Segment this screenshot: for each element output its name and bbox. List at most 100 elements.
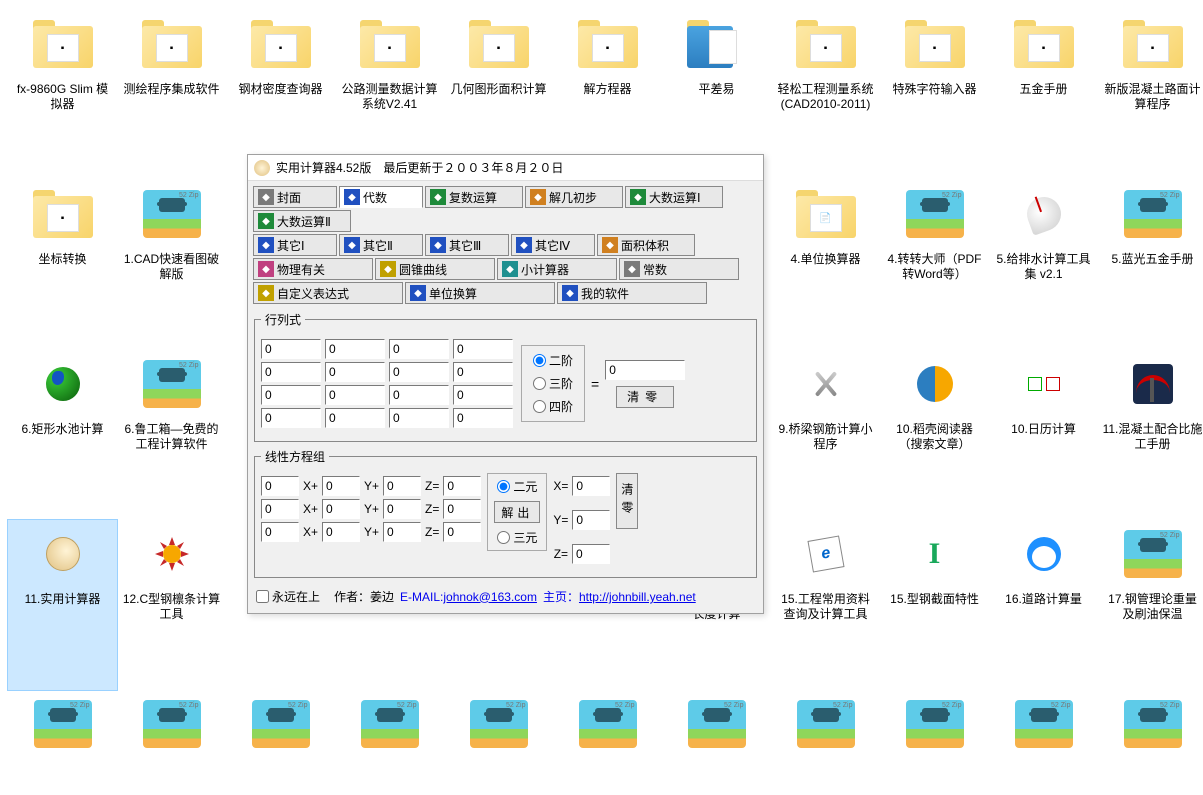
desktop-icon[interactable]: 52 Zip4.转转大师（PDF转Word等）	[880, 180, 989, 350]
coef-input[interactable]	[383, 476, 421, 496]
desktop-icon[interactable]: ▪fx-9860G Slim 模拟器	[8, 10, 117, 180]
desktop-icon[interactable]: ▪轻松工程测量系统(CAD2010-2011)	[771, 10, 880, 180]
radio-2[interactable]: 二阶	[533, 352, 573, 369]
desktop-icon[interactable]: ▪坐标转换	[8, 180, 117, 350]
tab-封面[interactable]: ◆封面	[253, 186, 337, 208]
matrix-cell[interactable]	[261, 339, 321, 359]
desktop-icon[interactable]: 52 Zip6.鲁工箱—免费的工程计算软件	[117, 350, 226, 520]
email-link[interactable]: johnok@163.com	[443, 590, 537, 604]
desktop-icon[interactable]: 📄4.单位换算器	[771, 180, 880, 350]
matrix-cell[interactable]	[261, 385, 321, 405]
x-result[interactable]	[572, 476, 610, 496]
determinant-group: 行列式 二阶 三阶 四阶 = 清零	[254, 311, 757, 442]
coef-input[interactable]	[383, 499, 421, 519]
matrix-cell[interactable]	[261, 408, 321, 428]
tab-icon: ◆	[530, 189, 546, 205]
coef-input[interactable]	[261, 499, 299, 519]
desktop-icon[interactable]: 52 Zip	[880, 690, 989, 795]
matrix-cell[interactable]	[325, 362, 385, 382]
coef-input[interactable]	[322, 499, 360, 519]
tab-常数[interactable]: ◆常数	[619, 258, 739, 280]
matrix-cell[interactable]	[389, 385, 449, 405]
tab-圆锥曲线[interactable]: ◆圆锥曲线	[375, 258, 495, 280]
desktop-icon[interactable]: 52 Zip	[1098, 690, 1203, 795]
desktop-icon[interactable]: 52 Zip	[553, 690, 662, 795]
tab-其它Ⅰ[interactable]: ◆其它Ⅰ	[253, 234, 337, 256]
y-result[interactable]	[572, 510, 610, 530]
matrix-cell[interactable]	[389, 362, 449, 382]
tab-其它Ⅱ[interactable]: ◆其它Ⅱ	[339, 234, 423, 256]
tab-解几初步[interactable]: ◆解几初步	[525, 186, 623, 208]
desktop-icon[interactable]: 6.矩形水池计算	[8, 350, 117, 520]
rhs-input[interactable]	[443, 476, 481, 496]
matrix-cell[interactable]	[261, 362, 321, 382]
desktop-icon[interactable]: 52 Zip	[989, 690, 1098, 795]
desktop-icon[interactable]: I15.型钢截面特性	[880, 520, 989, 690]
tab-小计算器[interactable]: ◆小计算器	[497, 258, 617, 280]
radio-2v[interactable]: 二元	[497, 478, 537, 495]
rhs-input[interactable]	[443, 522, 481, 542]
tab-复数运算[interactable]: ◆复数运算	[425, 186, 523, 208]
matrix-cell[interactable]	[453, 385, 513, 405]
desktop-icon[interactable]: 52 Zip	[226, 690, 335, 795]
tab-面积体积[interactable]: ◆面积体积	[597, 234, 695, 256]
desktop-icon[interactable]: 11.实用计算器	[8, 520, 117, 690]
desktop-icon[interactable]: 12.C型钢檩条计算工具	[117, 520, 226, 690]
desktop-icon[interactable]: ▪五金手册	[989, 10, 1098, 180]
desktop-icon[interactable]: 52 Zip	[335, 690, 444, 795]
desktop-icon[interactable]: 52 Zip1.CAD快速看图破解版	[117, 180, 226, 350]
desktop-icon[interactable]: 52 Zip	[771, 690, 880, 795]
desktop-icon[interactable]: 52 Zip5.蓝光五金手册	[1098, 180, 1203, 350]
tab-代数[interactable]: ◆代数	[339, 186, 423, 208]
desktop-icon[interactable]: ▪特殊字符输入器	[880, 10, 989, 180]
desktop-icon[interactable]: 15.工程常用资料查询及计算工具	[771, 520, 880, 690]
matrix-cell[interactable]	[325, 408, 385, 428]
desktop-icon[interactable]: ▪测绘程序集成软件	[117, 10, 226, 180]
matrix-cell[interactable]	[453, 408, 513, 428]
desktop-icon[interactable]: 10.日历计算	[989, 350, 1098, 520]
matrix-cell[interactable]	[325, 339, 385, 359]
matrix-cell[interactable]	[453, 362, 513, 382]
desktop-icon[interactable]: 10.稻壳阅读器（搜索文章）	[880, 350, 989, 520]
desktop-icon[interactable]: 52 Zip	[117, 690, 226, 795]
titlebar[interactable]: 实用计算器4.52版 最后更新于２００３年８月２０日	[248, 155, 763, 181]
always-on-top[interactable]: 永远在上	[256, 588, 320, 605]
desktop-icon[interactable]: ▪新版混凝土路面计算程序	[1098, 10, 1203, 180]
tab-大数运算Ⅱ[interactable]: ◆大数运算Ⅱ	[253, 210, 351, 232]
matrix-cell[interactable]	[389, 408, 449, 428]
matrix-cell[interactable]	[389, 339, 449, 359]
coef-input[interactable]	[383, 522, 421, 542]
z-result[interactable]	[572, 544, 610, 564]
radio-3v[interactable]: 三元	[497, 529, 537, 546]
coef-input[interactable]	[322, 522, 360, 542]
home-link[interactable]: http://johnbill.yeah.net	[579, 590, 696, 604]
rhs-input[interactable]	[443, 499, 481, 519]
desktop-icon[interactable]: 9.桥梁钢筋计算小程序	[771, 350, 880, 520]
desktop-icon[interactable]: 52 Zip17.钢管理论重量及刷油保温	[1098, 520, 1203, 690]
tab-其它Ⅳ[interactable]: ◆其它Ⅳ	[511, 234, 595, 256]
desktop-icon[interactable]: 16.道路计算量	[989, 520, 1098, 690]
coef-input[interactable]	[261, 522, 299, 542]
tab-icon: ◆	[562, 285, 578, 301]
solve-button[interactable]: 解出	[494, 501, 540, 523]
tab-我的软件[interactable]: ◆我的软件	[557, 282, 707, 304]
desktop-icon[interactable]: 5.给排水计算工具集 v2.1	[989, 180, 1098, 350]
matrix-cell[interactable]	[453, 339, 513, 359]
coef-input[interactable]	[261, 476, 299, 496]
tab-大数运算Ⅰ[interactable]: ◆大数运算Ⅰ	[625, 186, 723, 208]
coef-input[interactable]	[322, 476, 360, 496]
desktop-icon[interactable]: 52 Zip	[662, 690, 771, 795]
result-input[interactable]	[605, 360, 685, 380]
desktop-icon[interactable]: 52 Zip	[444, 690, 553, 795]
radio-4[interactable]: 四阶	[533, 398, 573, 415]
tab-其它Ⅲ[interactable]: ◆其它Ⅲ	[425, 234, 509, 256]
tab-物理有关[interactable]: ◆物理有关	[253, 258, 373, 280]
tab-自定义表达式[interactable]: ◆自定义表达式	[253, 282, 403, 304]
radio-3[interactable]: 三阶	[533, 375, 573, 392]
desktop-icon[interactable]: 52 Zip	[8, 690, 117, 795]
clear-button[interactable]: 清零	[616, 386, 674, 408]
tab-单位换算[interactable]: ◆单位换算	[405, 282, 555, 304]
matrix-cell[interactable]	[325, 385, 385, 405]
desktop-icon[interactable]: 11.混凝土配合比施工手册	[1098, 350, 1203, 520]
clear-linear-button[interactable]: 清零	[616, 473, 638, 529]
